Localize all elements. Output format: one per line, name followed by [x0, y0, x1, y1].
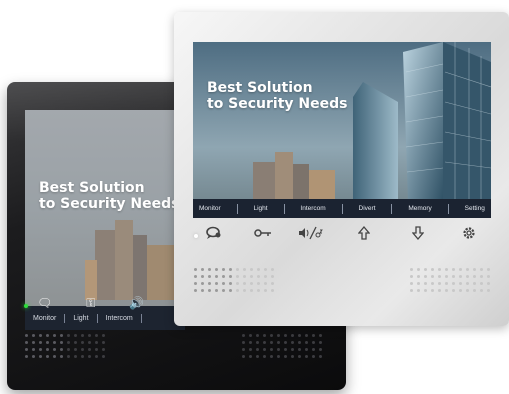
menu-item-divert[interactable]: Divert — [359, 205, 376, 213]
key-icon — [254, 229, 271, 237]
left-speaker-grille — [25, 334, 105, 358]
volume-ring-icon[interactable]: 🔊 — [129, 296, 144, 311]
back-headline-line1: Best Solution — [39, 180, 145, 196]
right-speaker-grille — [242, 334, 322, 358]
headline-line1: Best Solution — [207, 80, 313, 96]
menu-item-intercom[interactable]: Intercom — [300, 205, 325, 213]
back-menu-light[interactable]: Light — [65, 313, 98, 323]
back-menu-intercom[interactable]: Intercom — [98, 313, 142, 323]
talk-button[interactable] — [206, 226, 222, 243]
menu-item-monitor[interactable]: Monitor — [199, 205, 221, 213]
menu-item-light[interactable]: Light — [254, 205, 268, 213]
menu-separator — [283, 203, 285, 214]
power-led — [24, 304, 28, 308]
talk-icon[interactable]: 🗨 — [37, 296, 52, 311]
talk-icon — [206, 226, 221, 239]
menu-separator — [391, 203, 393, 214]
silver-monitor: Best Solution to Security Needs Monitor … — [174, 12, 509, 326]
back-menu-monitor[interactable]: Monitor — [25, 313, 66, 323]
front-right-speaker-grille — [410, 268, 490, 292]
menu-item-memory[interactable]: Memory — [408, 205, 431, 213]
front-menu-bar: Monitor Light Intercom Divert Memory Set… — [193, 199, 491, 218]
key-icon[interactable]: ⚿ — [86, 296, 95, 311]
arrow-up-icon — [357, 225, 371, 240]
front-headline: Best Solution to Security Needs — [207, 80, 348, 112]
status-led — [194, 234, 198, 238]
menu-item-setting[interactable]: Setting — [465, 205, 485, 213]
settings-button[interactable] — [462, 226, 476, 243]
volume-ring-button[interactable] — [298, 226, 324, 243]
front-left-speaker-grille — [194, 268, 274, 292]
menu-separator — [236, 203, 238, 214]
back-button-row: 🗨 ⚿ 🔊 — [37, 296, 144, 311]
back-headline-line2: to Security Needs — [39, 196, 180, 212]
city-skyline-image — [193, 42, 491, 218]
down-button[interactable] — [411, 226, 425, 243]
volume-ring-icon — [299, 226, 323, 240]
up-button[interactable] — [357, 225, 371, 243]
back-headline: Best Solution to Security Needs — [39, 180, 180, 212]
gear-icon — [463, 227, 475, 239]
front-screen: Best Solution to Security Needs Monitor … — [193, 42, 491, 218]
unlock-button[interactable] — [254, 226, 272, 241]
headline-line2: to Security Needs — [207, 96, 348, 112]
arrow-down-icon — [411, 226, 425, 241]
menu-separator — [341, 203, 343, 214]
menu-separator — [447, 203, 449, 214]
